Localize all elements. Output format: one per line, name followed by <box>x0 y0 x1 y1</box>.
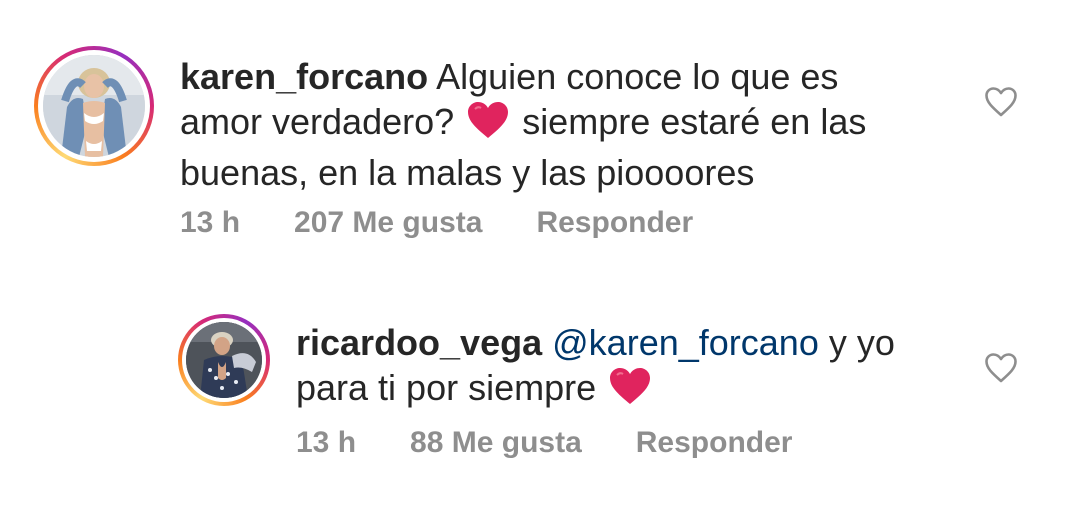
reply-text: ricardoo_vega @karen_forcano y yo para t… <box>296 320 936 416</box>
reply-button[interactable]: Responder <box>536 206 693 240</box>
red-heart-emoji-icon <box>608 366 652 416</box>
reply-meta: 13 h 88 Me gusta Responder <box>296 426 792 460</box>
likes-count[interactable]: 207 Me gusta <box>294 206 482 240</box>
comment-meta: 13 h 207 Me gusta Responder <box>180 206 693 240</box>
reply-button[interactable]: Responder <box>636 426 793 460</box>
reply-time: 13 h <box>296 426 357 459</box>
story-ring[interactable] <box>178 314 270 406</box>
comments-section: karen_forcano Alguien conoce lo que es a… <box>0 0 1080 520</box>
red-heart-emoji-icon <box>466 100 510 150</box>
profile-photo <box>186 322 262 398</box>
heart-outline-icon[interactable] <box>984 86 1018 118</box>
comment-username[interactable]: karen_forcano <box>180 56 428 97</box>
likes-count[interactable]: 88 Me gusta <box>410 426 582 460</box>
avatar[interactable] <box>43 55 145 157</box>
profile-photo <box>43 55 145 157</box>
avatar[interactable] <box>186 322 262 398</box>
mention-link[interactable]: @karen_forcano <box>552 322 819 363</box>
story-ring[interactable] <box>34 46 154 166</box>
reply-username[interactable]: ricardoo_vega <box>296 322 542 363</box>
comment-time: 13 h <box>180 206 241 239</box>
heart-outline-icon[interactable] <box>984 352 1018 384</box>
comment-text: karen_forcano Alguien conoce lo que es a… <box>180 54 920 195</box>
